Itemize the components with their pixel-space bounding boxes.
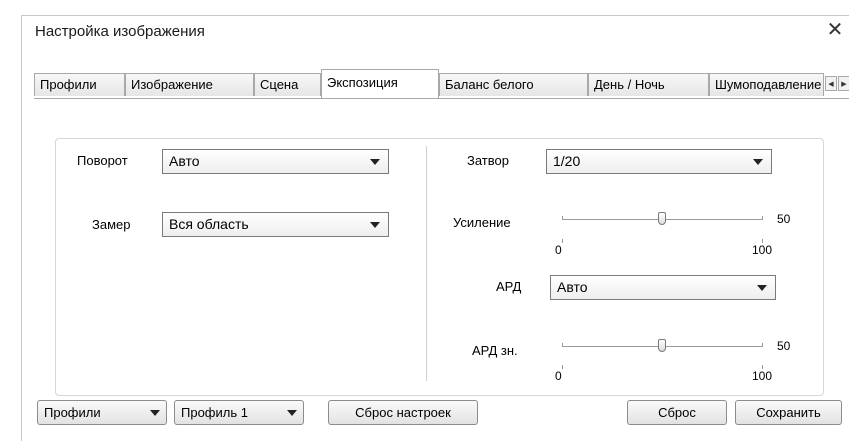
iris-label: АРД bbox=[496, 279, 522, 294]
shutter-value: 1/20 bbox=[553, 153, 581, 169]
rotation-value: Авто bbox=[169, 153, 200, 169]
image-settings-dialog: Настройка изображения ✕ Профили Изображе… bbox=[21, 15, 849, 441]
shutter-select[interactable]: 1/20 bbox=[546, 149, 772, 174]
metering-value: Вся область bbox=[169, 216, 249, 232]
chevron-down-icon bbox=[753, 159, 763, 165]
iris-level-tick-min bbox=[562, 343, 563, 347]
gain-value: 50 bbox=[777, 212, 791, 226]
profiles-dropdown-label: Профили bbox=[44, 405, 101, 420]
exposure-panel bbox=[55, 138, 824, 396]
gain-slider-thumb[interactable] bbox=[658, 212, 666, 225]
tab-scene[interactable]: Сцена bbox=[254, 73, 321, 96]
tab-exposure[interactable]: Экспозиция bbox=[321, 69, 439, 99]
chevron-down-icon bbox=[757, 285, 767, 291]
iris-level-max: 100 bbox=[752, 369, 773, 383]
iris-value: Авто bbox=[557, 279, 588, 295]
gain-tick-min-lower bbox=[562, 239, 563, 243]
reset-button[interactable]: Сброс bbox=[627, 400, 727, 425]
tab-white-balance[interactable]: Баланс белого bbox=[439, 73, 588, 96]
profile-dropdown-label: Профиль 1 bbox=[181, 405, 248, 420]
tab-bar: Профили Изображение Сцена Экспозиция Бал… bbox=[34, 69, 849, 99]
profiles-dropdown[interactable]: Профили bbox=[37, 400, 167, 425]
metering-label: Замер bbox=[92, 217, 131, 232]
tab-profiles[interactable]: Профили bbox=[34, 73, 125, 96]
gain-tick-min bbox=[562, 216, 563, 220]
chevron-down-icon bbox=[150, 410, 160, 416]
shutter-label: Затвор bbox=[467, 153, 509, 168]
close-icon[interactable]: ✕ bbox=[824, 18, 846, 42]
iris-select[interactable]: Авто bbox=[550, 275, 776, 300]
dialog-title: Настройка изображения bbox=[35, 23, 205, 40]
tab-day-night[interactable]: День / Ночь bbox=[588, 73, 709, 96]
gain-label: Усиление bbox=[453, 215, 511, 230]
chevron-down-icon bbox=[287, 410, 297, 416]
iris-level-tick-max bbox=[762, 343, 763, 347]
chevron-down-icon bbox=[370, 222, 380, 228]
gain-tick-max bbox=[762, 216, 763, 220]
tab-scroll-right-icon[interactable]: ▶ bbox=[838, 76, 849, 91]
exposure-page bbox=[34, 98, 849, 399]
rotation-label: Поворот bbox=[77, 153, 128, 168]
tab-noise-reduction[interactable]: Шумоподавление bbox=[709, 73, 824, 96]
metering-select[interactable]: Вся область bbox=[162, 212, 389, 237]
profile-dropdown[interactable]: Профиль 1 bbox=[174, 400, 304, 425]
column-divider bbox=[426, 146, 427, 381]
iris-level-tick-min-lower bbox=[562, 365, 563, 369]
tab-image[interactable]: Изображение bbox=[125, 73, 254, 96]
tab-scroll-left-icon[interactable]: ◀ bbox=[825, 76, 837, 91]
iris-level-slider-thumb[interactable] bbox=[658, 339, 666, 352]
reset-settings-button[interactable]: Сброс настроек bbox=[328, 400, 478, 425]
iris-level-label: АРД зн. bbox=[472, 343, 518, 358]
iris-level-value: 50 bbox=[777, 339, 791, 353]
save-button[interactable]: Сохранить bbox=[735, 400, 842, 425]
gain-min: 0 bbox=[555, 243, 562, 257]
iris-level-min: 0 bbox=[555, 369, 562, 383]
gain-max: 100 bbox=[752, 243, 773, 257]
rotation-select[interactable]: Авто bbox=[162, 149, 389, 174]
chevron-down-icon bbox=[370, 159, 380, 165]
